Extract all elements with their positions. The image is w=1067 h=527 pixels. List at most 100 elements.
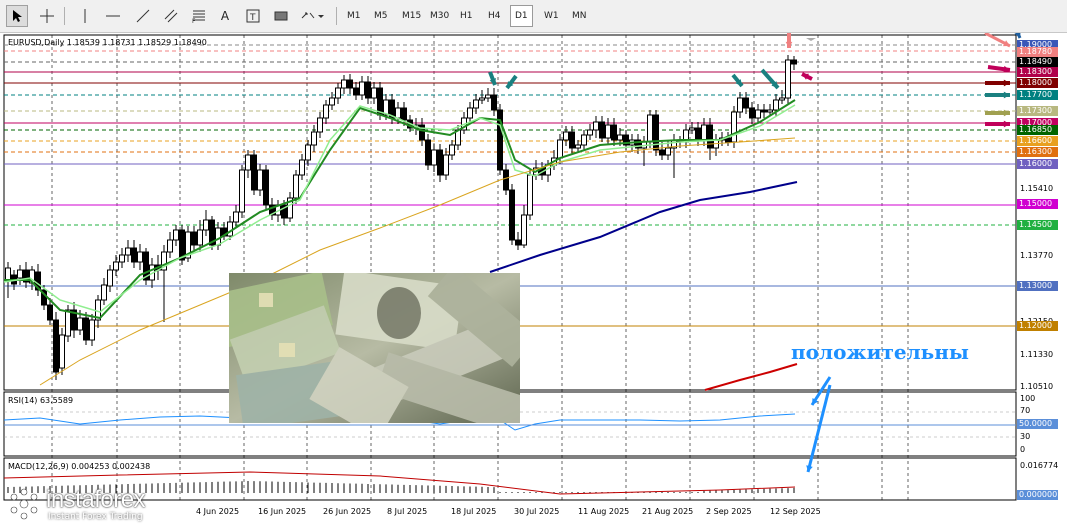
candle-body: [101, 284, 107, 301]
candle-body: [125, 247, 131, 256]
timeframe-m1-button[interactable]: M1: [343, 5, 365, 27]
candle-body: [593, 121, 599, 131]
candle-body: [83, 317, 89, 341]
candle-body: [89, 319, 95, 341]
candle-body: [359, 81, 365, 96]
text-tool-label: A: [220, 9, 230, 23]
candle-body: [617, 134, 623, 141]
rsi-label: RSI(14) 63.5589: [8, 396, 74, 405]
candle-body: [659, 149, 665, 156]
candle-body: [131, 247, 137, 263]
arrows-dropdown-icon[interactable]: [298, 5, 328, 27]
text-tool-button[interactable]: A: [214, 5, 236, 27]
candle-body: [293, 174, 299, 199]
candle-body: [59, 334, 65, 369]
vertical-line-icon[interactable]: [74, 5, 96, 27]
candle-body: [647, 114, 653, 143]
logo-mark-icon: [10, 488, 38, 520]
candle-body: [557, 139, 563, 159]
cursor-icon[interactable]: [6, 5, 28, 27]
candle-body: [449, 144, 455, 156]
candle-body: [491, 94, 497, 111]
candle-body: [257, 169, 263, 191]
chart-area[interactable]: [0, 33, 1067, 527]
candle-body: [347, 79, 353, 89]
date-axis-label: 4 Jun 2025: [196, 507, 240, 516]
timeframe-d1-button[interactable]: D1: [510, 5, 533, 27]
candle-body: [5, 267, 11, 281]
price-level-label: 1.18780: [1017, 47, 1058, 57]
candle-body: [731, 111, 737, 143]
candle-body: [239, 169, 245, 213]
candle-body: [521, 214, 527, 246]
date-axis-label: 8 Jul 2025: [387, 507, 428, 516]
price-level-label: 1.16300: [1017, 147, 1058, 157]
candle-body: [227, 221, 233, 237]
timeframe-h4-button[interactable]: H4: [484, 5, 505, 27]
timeframe-m30-button[interactable]: M30: [426, 5, 453, 27]
instaforex-logo: instaforex Instant Forex Trading: [6, 486, 196, 524]
trendline-icon[interactable]: [132, 5, 154, 27]
candle-body: [599, 121, 605, 139]
candle-body: [53, 319, 59, 373]
candle-body: [305, 144, 311, 161]
price-level-label: 1.16000: [1017, 159, 1058, 169]
candle-body: [299, 159, 305, 176]
candle-body: [473, 99, 479, 109]
arrow-blue: [806, 384, 832, 473]
candle-body: [401, 107, 407, 121]
candle-body: [437, 149, 443, 176]
candle-body: [137, 251, 143, 263]
candle-body: [587, 129, 593, 136]
price-axis-label: 1.10510: [1020, 382, 1054, 391]
logo-tagline: Instant Forex Trading: [48, 512, 143, 522]
candle-body: [77, 317, 83, 331]
fibonacci-icon[interactable]: F: [188, 5, 210, 27]
text-label-icon[interactable]: T: [242, 5, 264, 27]
price-chart[interactable]: [0, 33, 1067, 527]
timeframe-w1-button[interactable]: W1: [540, 5, 563, 27]
price-level-label: 1.16850: [1017, 125, 1058, 135]
annotation-text: положительны: [791, 340, 969, 364]
macd-axis-label: 0.016774: [1020, 461, 1059, 470]
candle-body: [245, 154, 251, 171]
price-level-label: 1.17700: [1017, 90, 1058, 100]
candle-body: [749, 107, 755, 119]
svg-text:F: F: [192, 18, 196, 23]
candle-body: [779, 97, 785, 101]
candle-body: [773, 99, 779, 111]
crosshair-icon[interactable]: [36, 5, 58, 27]
macd-axis-label: 0.000000: [1017, 490, 1058, 500]
candle-body: [197, 229, 203, 246]
rectangle-icon[interactable]: [270, 5, 292, 27]
candle-body: [173, 229, 179, 241]
candle-body: [353, 87, 359, 96]
channel-icon[interactable]: [160, 5, 182, 27]
candle-body: [743, 97, 749, 109]
candle-body: [701, 124, 707, 141]
price-level-label: 1.15000: [1017, 199, 1058, 209]
svg-text:T: T: [249, 13, 256, 23]
candle-body: [107, 269, 113, 287]
horizontal-line-icon[interactable]: [102, 5, 124, 27]
price-level-label: 1.13000: [1017, 281, 1058, 291]
timeframe-m5-button[interactable]: M5: [370, 5, 392, 27]
date-axis-label: 16 Jun 2025: [258, 507, 307, 516]
candle-body: [215, 227, 221, 246]
candle-body: [323, 104, 329, 119]
date-axis-label: 18 Jul 2025: [451, 507, 497, 516]
candle-body: [785, 59, 791, 99]
rsi-axis-label: 70: [1020, 406, 1031, 415]
candle-body: [479, 97, 485, 101]
macd-label: MACD(12,26,9) 0.004253 0.002438: [8, 462, 151, 471]
money-photo: [229, 273, 520, 423]
timeframe-mn-button[interactable]: MN: [568, 5, 591, 27]
timeframe-m15-button[interactable]: M15: [398, 5, 425, 27]
candle-body: [341, 79, 347, 89]
candle-body: [65, 309, 71, 337]
candle-body: [419, 124, 425, 141]
candle-body: [611, 124, 617, 141]
timeframe-h1-button[interactable]: H1: [456, 5, 477, 27]
candle-body: [467, 107, 473, 119]
candle-body: [119, 254, 125, 263]
